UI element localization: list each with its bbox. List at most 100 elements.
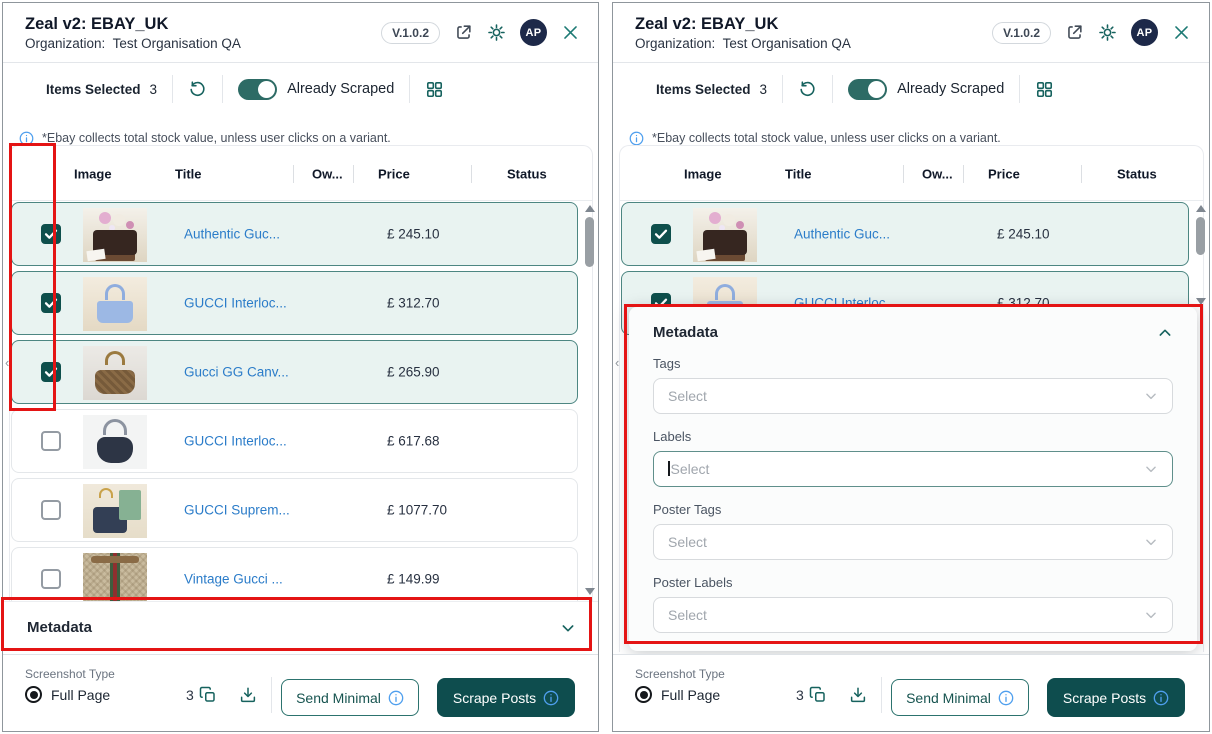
external-link-icon[interactable] (454, 23, 473, 42)
organization-line: Organization: Test Organisation QA (25, 36, 241, 52)
chevron-up-icon[interactable] (1157, 325, 1173, 341)
item-price: £ 617.68 (387, 433, 440, 449)
metadata-expanded-panel: Metadata Tags Select Labels Select Poste… (629, 307, 1197, 651)
download-icon[interactable] (849, 686, 867, 704)
chevron-down-icon (1144, 462, 1158, 476)
organization-line: Organization: Test Organisation QA (635, 36, 851, 52)
items-selected-label: Items Selected 3 (46, 81, 158, 97)
metadata-select[interactable]: Select (653, 524, 1173, 560)
external-link-icon[interactable] (1065, 23, 1084, 42)
item-price: £ 149.99 (387, 571, 440, 587)
settings-gear-icon[interactable] (1098, 23, 1117, 42)
row-checkbox[interactable] (41, 569, 61, 589)
divider (409, 75, 411, 103)
send-minimal-button[interactable]: Send Minimal (891, 679, 1029, 716)
scrollbar-thumb[interactable] (585, 217, 594, 267)
item-title-link[interactable]: GUCCI Interloc... (184, 434, 287, 449)
scrollbar[interactable] (1194, 202, 1207, 308)
scroll-up-arrow[interactable] (584, 205, 595, 212)
table-row[interactable]: Vintage Gucci ... £ 149.99 (11, 547, 578, 601)
chevron-down-icon (1144, 389, 1158, 403)
row-checkbox[interactable] (651, 224, 671, 244)
already-scraped-toggle[interactable] (848, 78, 888, 100)
divider (782, 75, 784, 103)
scroll-up-arrow[interactable] (1195, 205, 1206, 212)
item-title-link[interactable]: Authentic Guc... (794, 227, 890, 242)
panel-collapse-handle[interactable]: ‹ (5, 355, 9, 370)
table-row[interactable]: GUCCI Interloc... £ 312.70 (11, 271, 578, 335)
metadata-select[interactable]: Select (653, 451, 1173, 487)
select-placeholder: Select (668, 534, 707, 550)
row-checkbox[interactable] (41, 224, 61, 244)
chevron-down-icon (1144, 608, 1158, 622)
table-row[interactable]: Authentic Guc... £ 245.10 (621, 202, 1189, 266)
item-image (83, 277, 147, 331)
column-owner: Ow... (312, 166, 343, 182)
item-title-link[interactable]: GUCCI Suprem... (184, 503, 290, 518)
item-title-link[interactable]: Gucci GG Canv... (184, 365, 289, 380)
items-selected-count: 3 (759, 81, 768, 97)
column-divider (963, 165, 964, 183)
row-checkbox[interactable] (41, 293, 61, 313)
already-scraped-toggle[interactable] (238, 78, 278, 100)
item-title-link[interactable]: Authentic Guc... (184, 227, 280, 242)
select-placeholder: Select (668, 461, 710, 477)
scrollbar[interactable] (583, 202, 596, 598)
panel-header: Zeal v2: EBAY_UK Organization: Test Orga… (3, 3, 598, 63)
divider (172, 75, 174, 103)
row-checkbox[interactable] (41, 362, 61, 382)
grid-view-icon[interactable] (1035, 80, 1054, 99)
avatar[interactable]: AP (520, 19, 547, 46)
column-divider (353, 165, 354, 183)
item-price: £ 265.90 (387, 364, 440, 380)
row-checkbox[interactable] (41, 431, 61, 451)
radio-icon[interactable] (25, 686, 42, 703)
refresh-icon[interactable] (188, 80, 207, 99)
info-icon (543, 690, 559, 706)
metadata-field-label: Poster Tags (653, 502, 722, 517)
download-icon[interactable] (239, 686, 257, 704)
item-title-link[interactable]: GUCCI Interloc... (184, 296, 287, 311)
already-scraped-label: Already Scraped (897, 81, 1005, 97)
panel-collapse-handle[interactable]: ‹ (615, 355, 619, 370)
table-row[interactable]: GUCCI Suprem... £ 1077.70 (11, 478, 578, 542)
table-row[interactable]: Authentic Guc... £ 245.10 (11, 202, 578, 266)
metadata-field-label: Poster Labels (653, 575, 733, 590)
full-page-radio[interactable]: Full Page (635, 686, 720, 703)
refresh-icon[interactable] (798, 80, 817, 99)
app-title: Zeal v2: EBAY_UK (635, 14, 779, 33)
scrape-posts-button[interactable]: Scrape Posts (1047, 678, 1185, 717)
app-title: Zeal v2: EBAY_UK (25, 14, 169, 33)
full-page-radio[interactable]: Full Page (25, 686, 110, 703)
scrape-posts-button[interactable]: Scrape Posts (437, 678, 575, 717)
send-minimal-button[interactable]: Send Minimal (281, 679, 419, 716)
copy-icon[interactable] (199, 686, 217, 704)
screenshot-type-label: Screenshot Type (25, 667, 115, 681)
settings-gear-icon[interactable] (487, 23, 506, 42)
metadata-collapsed-bar[interactable]: Metadata (3, 601, 598, 653)
item-price: £ 312.70 (387, 295, 440, 311)
scroll-down-arrow[interactable] (1195, 298, 1206, 305)
grid-view-icon[interactable] (425, 80, 444, 99)
copy-icon[interactable] (809, 686, 827, 704)
close-icon[interactable] (1172, 23, 1191, 42)
info-icon (998, 690, 1014, 706)
chevron-down-icon[interactable] (560, 620, 576, 636)
scroll-down-arrow[interactable] (584, 588, 595, 595)
divider (222, 75, 224, 103)
column-price: Price (988, 166, 1020, 182)
metadata-fields: Tags Select Labels Select Poster Tags Se… (653, 356, 1173, 633)
scrollbar-thumb[interactable] (1196, 217, 1205, 255)
radio-icon[interactable] (635, 686, 652, 703)
item-title-link[interactable]: Vintage Gucci ... (184, 572, 283, 587)
avatar[interactable]: AP (1131, 19, 1158, 46)
metadata-select[interactable]: Select (653, 378, 1173, 414)
table-row[interactable]: GUCCI Interloc... £ 617.68 (11, 409, 578, 473)
table-row[interactable]: Gucci GG Canv... £ 265.90 (11, 340, 578, 404)
row-checkbox[interactable] (41, 500, 61, 520)
item-image (83, 484, 147, 538)
metadata-select[interactable]: Select (653, 597, 1173, 633)
close-icon[interactable] (561, 23, 580, 42)
column-image: Image (684, 166, 722, 182)
metadata-title: Metadata (27, 619, 93, 636)
